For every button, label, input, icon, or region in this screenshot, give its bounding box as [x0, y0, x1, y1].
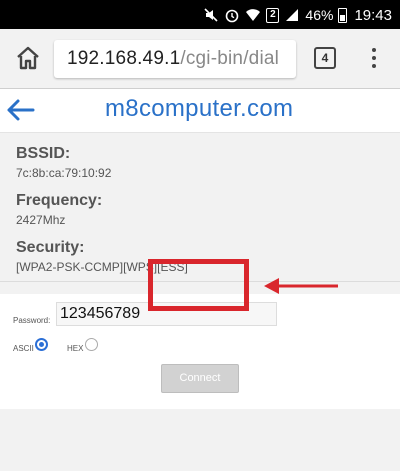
- url-text: 192.168.49.1/cgi-bin/dial: [67, 48, 279, 70]
- frequency-label: Frequency:: [16, 192, 103, 209]
- site-title: m8computer.com: [105, 95, 294, 122]
- mute-icon: [203, 7, 219, 23]
- overflow-menu-icon[interactable]: [364, 44, 384, 72]
- frequency-value: 2427Mhz: [16, 213, 66, 227]
- connect-button[interactable]: Connect: [161, 364, 239, 393]
- hex-label: HEX: [67, 344, 84, 353]
- password-label: Password:: [13, 316, 51, 325]
- ascii-label: ASCII: [13, 344, 34, 353]
- security-label: Security:: [16, 239, 85, 256]
- tab-switcher-button[interactable]: 4: [314, 47, 336, 69]
- page-header: m8computer.com: [0, 89, 400, 133]
- sim2-icon: 2: [266, 7, 280, 23]
- status-bar: 2 46% 19:43: [0, 0, 400, 29]
- address-bar[interactable]: 192.168.49.1/cgi-bin/dial: [54, 40, 296, 78]
- highlight-box: [148, 259, 249, 311]
- bssid-value: 7c:8b:ca:79:10:92: [16, 166, 112, 180]
- alarm-icon: [224, 7, 240, 23]
- battery-percent: 46%: [305, 7, 334, 23]
- connect-form: Password: ASCII HEX Connect: [0, 294, 400, 409]
- url-path: /cgi-bin/dial: [180, 48, 280, 69]
- ascii-radio[interactable]: [35, 338, 48, 351]
- browser-toolbar: 192.168.49.1/cgi-bin/dial 4: [0, 29, 400, 89]
- page-footer-area: [0, 409, 400, 471]
- bssid-label: BSSID:: [16, 145, 71, 162]
- signal-icon: [284, 7, 300, 23]
- battery-icon: [338, 7, 348, 23]
- back-arrow-icon[interactable]: [4, 97, 36, 123]
- url-host: 192.168.49.1: [67, 48, 181, 69]
- wifi-icon: [245, 7, 261, 23]
- red-arrow-icon: [262, 276, 342, 296]
- hex-radio[interactable]: [85, 338, 98, 351]
- home-icon[interactable]: [14, 44, 42, 72]
- clock: 19:43: [354, 6, 392, 24]
- status-icons: 2 46% 19:43: [203, 5, 392, 25]
